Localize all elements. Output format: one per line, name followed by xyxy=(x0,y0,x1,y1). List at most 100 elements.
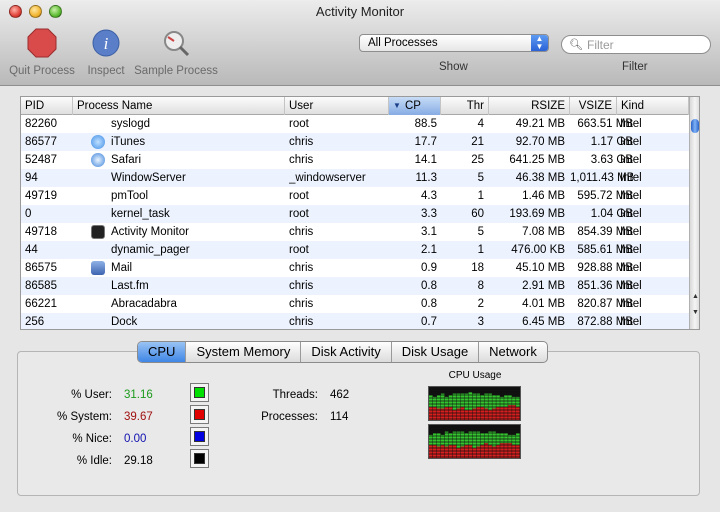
kind-cell: Intel xyxy=(620,208,642,220)
user-cell: chris xyxy=(289,136,314,148)
kind-cell: Intel xyxy=(620,298,642,310)
pid-cell: 82260 xyxy=(25,118,57,130)
rsize-cell: 49.21 MB xyxy=(515,118,565,130)
kind-cell: Intel xyxy=(620,280,642,292)
popup-arrows-icon: ▲ ▼ xyxy=(531,35,548,51)
system-usage-bar xyxy=(464,410,469,420)
threads-cell: 25 xyxy=(471,154,484,166)
sample-process-button[interactable]: Sample Process xyxy=(134,28,218,77)
table-row[interactable]: 86585 Last.fm chris 0.8 8 2.91 MB 851.36 MB Int… xyxy=(21,277,689,295)
activity-monitor-icon xyxy=(91,225,105,239)
kind-cell: Intel xyxy=(620,172,642,184)
process-name-cell: Abracadabra xyxy=(111,298,177,310)
user-usage-bar xyxy=(452,393,457,411)
idle-color-swatch[interactable] xyxy=(190,449,209,468)
cpu-cell: 0.7 xyxy=(421,316,437,328)
system-usage-bar xyxy=(452,410,457,420)
user-cell: root xyxy=(289,118,309,130)
column-header-threads[interactable]: Thr xyxy=(441,97,489,115)
column-header-vsize[interactable]: VSIZE xyxy=(570,97,617,115)
table-row[interactable]: 52487 Safari chris 14.1 25 641.25 MB 3.63 GB In… xyxy=(21,151,689,169)
column-header-kind[interactable]: Kind xyxy=(617,97,689,115)
table-row[interactable]: 0 kernel_task root 3.3 60 193.69 MB 1.04 GB Int… xyxy=(21,205,689,223)
cpu-cell: 0.9 xyxy=(421,262,437,274)
table-header: PID Process Name User ▼ CP Thr RSIZE VSI… xyxy=(21,97,689,115)
sample-process-label: Sample Process xyxy=(134,65,218,77)
activity-monitor-window: Activity Monitor Quit Process i Inspect … xyxy=(0,0,720,512)
column-header-pid[interactable]: PID xyxy=(21,97,73,115)
filter-search-field[interactable]: 🔍︎ Filter xyxy=(561,35,711,54)
cpu-cell: 88.5 xyxy=(414,118,437,130)
cpu-usage-graph-title: CPU Usage xyxy=(448,370,502,381)
threads-cell: 4 xyxy=(477,118,484,130)
rsize-cell: 2.91 MB xyxy=(522,280,565,292)
table-row[interactable]: 44 dynamic_pager root 2.1 1 476.00 KB 585.61 M… xyxy=(21,241,689,259)
quit-process-button[interactable]: Quit Process xyxy=(8,28,76,77)
threads-cell: 5 xyxy=(477,226,484,238)
user-cell: chris xyxy=(289,280,314,292)
tab-system-memory[interactable]: System Memory xyxy=(186,342,302,362)
stats-tab-bar: CPU System Memory Disk Activity Disk Usa… xyxy=(137,341,548,363)
column-header-rsize[interactable]: RSIZE xyxy=(489,97,570,115)
inspect-label: Inspect xyxy=(87,65,125,77)
threads-value: 462 xyxy=(330,389,350,401)
user-usage-bar xyxy=(452,431,457,445)
process-filter-select[interactable]: All Processes ▲ ▼ xyxy=(359,34,549,52)
pid-cell: 49718 xyxy=(25,226,57,238)
process-table: PID Process Name User ▼ CP Thr RSIZE VSI… xyxy=(20,96,700,330)
user-usage-bar xyxy=(488,393,492,411)
nice-color-swatch[interactable] xyxy=(190,427,209,446)
user-color-swatch[interactable] xyxy=(190,383,209,402)
cpu-cell: 14.1 xyxy=(414,154,437,166)
system-color-swatch[interactable] xyxy=(190,405,209,424)
processes-label: Processes: xyxy=(261,411,318,423)
table-row[interactable]: 86577 iTunes chris 17.7 21 92.70 MB 1.17 GB Int… xyxy=(21,133,689,151)
process-name-cell: dynamic_pager xyxy=(111,244,190,256)
cpu-cell: 4.3 xyxy=(421,190,437,202)
table-row[interactable]: 82260 syslogd root 88.5 4 49.21 MB 663.51 MB In… xyxy=(21,115,689,133)
table-row[interactable]: 94 WindowServer _windowserver 11.3 5 46.38 MB… xyxy=(21,169,689,187)
pid-cell: 49719 xyxy=(25,190,57,202)
table-row[interactable]: 86575 Mail chris 0.9 18 45.10 MB 928.88 MB Inte… xyxy=(21,259,689,277)
process-name-cell: Mail xyxy=(111,262,133,274)
kind-cell: Intel xyxy=(620,118,642,130)
tab-disk-activity[interactable]: Disk Activity xyxy=(301,342,392,362)
rsize-cell: 641.25 MB xyxy=(509,154,565,166)
user-cell: root xyxy=(289,190,309,202)
user-usage-bar xyxy=(472,431,477,449)
user-cell: chris xyxy=(289,226,314,238)
column-header-cpu[interactable]: ▼ CP xyxy=(389,97,441,115)
scrollbar-thumb[interactable] xyxy=(691,119,699,133)
tab-network[interactable]: Network xyxy=(479,342,547,362)
user-usage-bar xyxy=(460,393,465,407)
column-header-process-name[interactable]: Process Name xyxy=(73,97,285,115)
table-row[interactable]: 256 Dock chris 0.7 3 6.45 MB 872.88 MB Intel xyxy=(21,313,689,329)
threads-cell: 8 xyxy=(477,280,484,292)
process-name-cell: syslogd xyxy=(111,118,150,130)
table-row[interactable]: 49719 pmTool root 4.3 1 1.46 MB 595.72 MB Intel xyxy=(21,187,689,205)
vertical-scrollbar[interactable]: ▲ ▼ xyxy=(689,97,699,329)
rsize-cell: 193.69 MB xyxy=(509,208,565,220)
tab-disk-usage[interactable]: Disk Usage xyxy=(392,342,480,362)
scroll-down-arrow-icon[interactable]: ▼ xyxy=(691,309,699,316)
tab-cpu[interactable]: CPU xyxy=(138,342,187,362)
system-usage-bar xyxy=(472,448,477,458)
system-percent-value: 39.67 xyxy=(124,411,153,423)
user-usage-bar xyxy=(488,431,492,445)
column-header-user[interactable]: User xyxy=(285,97,389,115)
process-filter-value: All Processes xyxy=(368,37,438,49)
cpu-cell: 0.8 xyxy=(421,298,437,310)
table-row[interactable]: 49718 Activity Monitor chris 3.1 5 7.08 MB 854… xyxy=(21,223,689,241)
processes-value: 114 xyxy=(330,411,349,423)
process-name-cell: pmTool xyxy=(111,190,149,202)
table-row[interactable]: 66221 Abracadabra chris 0.8 2 4.01 MB 820.87 M… xyxy=(21,295,689,313)
threads-cell: 3 xyxy=(477,316,484,328)
threads-cell: 60 xyxy=(471,208,484,220)
inspect-button[interactable]: i Inspect xyxy=(86,28,126,77)
system-usage-bar xyxy=(468,410,473,420)
user-cell: chris xyxy=(289,154,314,166)
kind-cell: Intel xyxy=(620,154,642,166)
cpu-cell: 2.1 xyxy=(421,244,437,256)
pid-cell: 0 xyxy=(25,208,32,220)
scroll-up-arrow-icon[interactable]: ▲ xyxy=(691,293,699,300)
